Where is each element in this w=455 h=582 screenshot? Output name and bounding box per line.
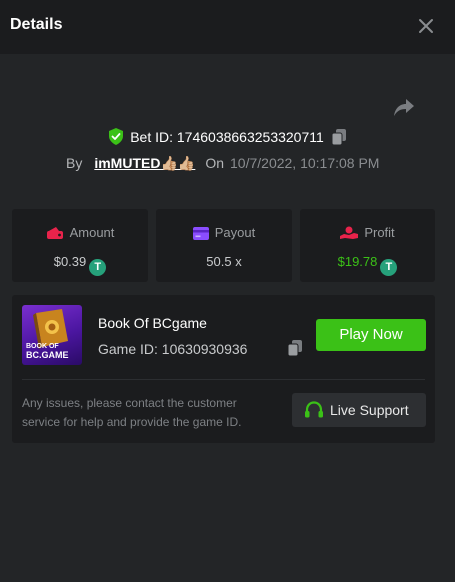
amount-label: Amount [69, 225, 115, 240]
amount-card: Amount $0.39 T [12, 209, 148, 282]
game-panel: BOOK OF BC.GAME Book Of BCgame Game ID: … [12, 295, 435, 443]
play-now-button[interactable]: Play Now [316, 319, 426, 351]
headset-icon [305, 401, 323, 418]
usdt-coin-icon: T [89, 259, 107, 276]
live-support-button[interactable]: Live Support [292, 393, 426, 427]
details-header: Details [0, 0, 455, 54]
page-title: Details [10, 16, 63, 33]
game-name: Book Of BCgame [98, 315, 207, 331]
share-arrow-icon[interactable] [392, 96, 416, 118]
username-link[interactable]: imMUTED👍🏼👍🏼 [94, 155, 195, 171]
card-icon [192, 227, 209, 240]
game-id: Game ID: 10630930936 [98, 341, 248, 357]
profit-card: Profit $19.78 T [300, 209, 435, 282]
payout-value: 50.5 x [206, 254, 242, 269]
divider [22, 379, 425, 380]
game-thumbnail[interactable]: BOOK OF BC.GAME [22, 305, 82, 365]
copy-icon[interactable] [288, 340, 303, 356]
share-button[interactable] [392, 96, 416, 118]
wallet-icon [46, 227, 63, 239]
amount-value: $0.39 [53, 254, 87, 269]
on-label: On [205, 155, 225, 171]
bet-date: 10/7/2022, 10:17:08 PM [230, 155, 380, 171]
payout-card: Payout 50.5 x [156, 209, 292, 282]
close-icon[interactable] [414, 14, 438, 38]
profit-label: Profit [364, 225, 395, 240]
copy-icon[interactable] [331, 129, 347, 145]
live-support-label: Live Support [330, 402, 409, 418]
bet-id: Bet ID: 1746038663253320711 [130, 129, 324, 145]
bet-meta-row: By imMUTED👍🏼👍🏼 On 10/7/2022, 10:17:08 PM [66, 155, 379, 175]
thumb-text-line2: BC.GAME [26, 350, 69, 360]
usdt-coin-icon: T [380, 259, 398, 276]
support-message: Any issues, please contact the customer … [22, 396, 242, 429]
profit-value: $19.78 [337, 254, 378, 269]
by-label: By [66, 155, 83, 171]
hand-coin-icon [340, 226, 359, 239]
bet-id-row: Bet ID: 1746038663253320711 [0, 128, 455, 148]
shield-check-icon [109, 128, 124, 145]
close-button[interactable] [414, 14, 438, 38]
payout-label: Payout [214, 225, 256, 240]
